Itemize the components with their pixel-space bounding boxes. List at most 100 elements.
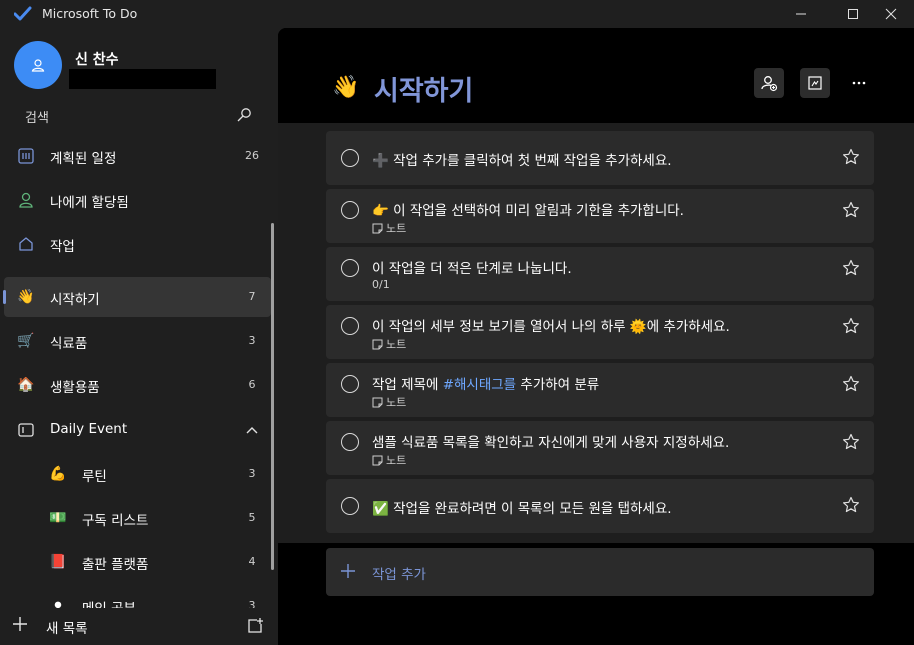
avatar[interactable] xyxy=(14,41,62,89)
task-item[interactable]: 이 작업을 더 적은 단계로 나눕니다. 0/1 xyxy=(326,247,874,301)
star-icon[interactable] xyxy=(842,433,860,451)
task-count: 3 xyxy=(248,467,256,480)
sidebar-item-label: 작업 xyxy=(50,239,75,255)
sidebar-item-groceries[interactable]: 🛒 식료품 3 xyxy=(4,321,271,361)
sidebar-item-label: 생활용품 xyxy=(50,380,100,396)
task-title: 👉 이 작업을 선택하여 미리 알림과 기한을 추가합니다. xyxy=(372,203,684,219)
note-icon xyxy=(372,397,383,407)
complete-checkbox[interactable] xyxy=(341,149,359,167)
star-icon[interactable] xyxy=(842,496,860,514)
plus-icon xyxy=(341,564,355,578)
task-item[interactable]: 작업 제목에 #해시태그를 추가하여 분류 노트 xyxy=(326,363,874,417)
sidebar-item-assigned[interactable]: 나에게 할당됨 xyxy=(4,180,271,220)
search-label: 검색 xyxy=(25,111,49,126)
new-list-label: 새 목록 xyxy=(46,621,88,637)
task-list: ➕ 작업 추가를 클릭하여 첫 번째 작업을 추가하세요. 👉 이 작업을 선택… xyxy=(278,123,914,543)
sidebar-group-label: Daily Event xyxy=(50,421,128,437)
complete-checkbox[interactable] xyxy=(341,433,359,451)
user-name: 신 찬수 xyxy=(75,52,119,68)
task-title: 작업 제목에 #해시태그를 추가하여 분류 xyxy=(372,377,600,393)
waving-hand-icon: 👋 xyxy=(17,289,35,305)
task-item[interactable]: ✅ 작업을 완료하려면 이 목록의 모든 원을 탭하세요. xyxy=(326,479,874,533)
page-title[interactable]: 시작하기 xyxy=(374,69,473,108)
share-list-button[interactable] xyxy=(754,68,784,98)
close-button[interactable] xyxy=(868,0,914,28)
add-task-input[interactable]: 작업 추가 xyxy=(326,548,874,596)
task-count: 7 xyxy=(248,290,256,303)
star-icon[interactable] xyxy=(842,148,860,166)
task-count: 5 xyxy=(248,511,256,524)
circle-icon: ⚫ xyxy=(52,598,64,608)
sidebar-item-tasks[interactable]: 작업 xyxy=(4,224,271,264)
title-bar: Microsoft To Do xyxy=(0,0,914,28)
group-icon xyxy=(16,420,36,440)
user-email-redacted xyxy=(69,69,216,89)
task-count: 26 xyxy=(245,149,259,162)
chevron-up-icon[interactable] xyxy=(244,423,260,439)
person-icon xyxy=(16,190,36,210)
complete-checkbox[interactable] xyxy=(341,375,359,393)
plus-icon xyxy=(13,617,27,631)
hashtag-link[interactable]: #해시태그를 xyxy=(443,377,516,393)
task-item[interactable]: 이 작업의 세부 정보 보기를 열어서 나의 하루 🌞에 추가하세요. 노트 xyxy=(326,305,874,359)
sidebar-item-label: 시작하기 xyxy=(50,292,100,308)
maximize-icon xyxy=(848,9,858,19)
sidebar-scrollbar[interactable] xyxy=(271,223,274,570)
selected-indicator xyxy=(3,290,6,304)
step-progress: 0/1 xyxy=(372,278,390,291)
sidebar-item-label: 계획된 일정 xyxy=(50,151,117,167)
star-icon[interactable] xyxy=(842,259,860,277)
star-icon[interactable] xyxy=(842,375,860,393)
sidebar-item-subscriptions[interactable]: 💵 구독 리스트 5 xyxy=(4,498,271,538)
more-options-button[interactable] xyxy=(844,68,874,98)
sidebar-group-daily-event[interactable]: Daily Event xyxy=(4,410,271,450)
todo-logo-icon xyxy=(14,6,32,21)
task-item[interactable]: 👉 이 작업을 선택하여 미리 알림과 기한을 추가합니다. 노트 xyxy=(326,189,874,243)
sidebar-item-main-study[interactable]: ⚫ 메인 공부 3 xyxy=(4,586,271,608)
more-icon xyxy=(852,81,866,85)
task-meta: 노트 xyxy=(372,220,406,236)
suggestions-icon xyxy=(808,76,822,90)
task-count: 3 xyxy=(248,334,256,347)
sidebar-item-label: 구독 리스트 xyxy=(82,513,149,529)
search-icon[interactable] xyxy=(236,107,252,123)
note-icon xyxy=(372,455,383,465)
star-icon[interactable] xyxy=(842,317,860,335)
complete-checkbox[interactable] xyxy=(341,201,359,219)
waving-hand-icon: 👋 xyxy=(332,75,360,100)
new-list-button[interactable]: 새 목록 xyxy=(0,608,278,645)
main-panel: 👋 시작하기 ➕ 작업 추가를 클릭하여 첫 번째 작업을 추가하세요. 👉 이… xyxy=(278,28,914,645)
sidebar: 신 찬수 검색 계획된 일정 26 나에게 할당됨 작업 👋 시작하기 7 🛒 … xyxy=(0,28,278,645)
red-book-icon: 📕 xyxy=(49,554,67,570)
complete-checkbox[interactable] xyxy=(341,317,359,335)
nav-list: 계획된 일정 26 나에게 할당됨 작업 👋 시작하기 7 🛒 식료품 3 🏠 … xyxy=(0,136,278,608)
sidebar-item-planned[interactable]: 계획된 일정 26 xyxy=(4,136,271,176)
sidebar-item-getting-started[interactable]: 👋 시작하기 7 xyxy=(3,277,271,317)
star-icon[interactable] xyxy=(842,201,860,219)
sidebar-item-label: 루틴 xyxy=(82,469,107,485)
task-count: 4 xyxy=(248,555,256,568)
task-count: 3 xyxy=(248,599,256,608)
complete-checkbox[interactable] xyxy=(341,497,359,515)
suggestions-button[interactable] xyxy=(800,68,830,98)
sidebar-item-label: 나에게 할당됨 xyxy=(50,195,129,211)
sidebar-item-publishing[interactable]: 📕 출판 플랫폼 4 xyxy=(4,542,271,582)
task-item[interactable]: ➕ 작업 추가를 클릭하여 첫 번째 작업을 추가하세요. xyxy=(326,131,874,185)
flexed-biceps-icon: 💪 xyxy=(49,466,67,482)
cart-icon: 🛒 xyxy=(17,333,35,349)
sidebar-item-label: 식료품 xyxy=(50,336,88,352)
list-header: 👋 시작하기 xyxy=(278,28,914,123)
search-box[interactable]: 검색 xyxy=(14,102,264,128)
new-group-icon[interactable] xyxy=(246,617,264,635)
money-icon: 💵 xyxy=(49,510,67,526)
minimize-button[interactable] xyxy=(778,0,824,28)
sidebar-item-routine[interactable]: 💪 루틴 3 xyxy=(4,454,271,494)
task-count: 6 xyxy=(248,378,256,391)
task-title: 샘플 식료품 목록을 확인하고 자신에게 맞게 사용자 지정하세요. xyxy=(372,435,730,451)
minimize-icon xyxy=(796,13,806,15)
home-icon xyxy=(16,234,36,254)
sidebar-item-label: 출판 플랫폼 xyxy=(82,557,149,573)
task-item[interactable]: 샘플 식료품 목록을 확인하고 자신에게 맞게 사용자 지정하세요. 노트 xyxy=(326,421,874,475)
sidebar-item-household[interactable]: 🏠 생활용품 6 xyxy=(4,365,271,405)
complete-checkbox[interactable] xyxy=(341,259,359,277)
